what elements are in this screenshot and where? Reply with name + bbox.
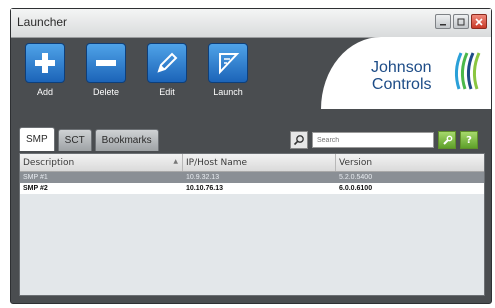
launch-button[interactable]: Launch bbox=[202, 43, 254, 97]
table-row[interactable]: SMP #1 10.9.32.13 5.2.0.5400 bbox=[20, 172, 484, 183]
cell-ip-host: 10.10.76.13 bbox=[186, 185, 223, 192]
cell-ip-host: 10.9.32.13 bbox=[186, 174, 220, 181]
sort-arrow-icon: ▲ bbox=[173, 158, 178, 165]
launch-icon bbox=[219, 53, 240, 75]
minimize-icon bbox=[440, 23, 446, 25]
delete-label: Delete bbox=[92, 87, 119, 97]
device-table: Description ▲ IP/Host Name Version SMP #… bbox=[19, 153, 485, 296]
column-header-description[interactable]: Description ▲ bbox=[20, 154, 183, 171]
cell-version: 5.2.0.5400 bbox=[339, 174, 373, 181]
brand-logo-text: Johnson Controls bbox=[371, 59, 432, 93]
help-button[interactable]: ? bbox=[460, 131, 478, 149]
search-input[interactable] bbox=[312, 132, 434, 148]
johnson-controls-logo-icon bbox=[454, 52, 481, 90]
window-controls bbox=[435, 14, 487, 29]
tab-bar: SMP SCT Bookmarks bbox=[19, 127, 159, 151]
plus-icon bbox=[35, 53, 55, 73]
table-row[interactable]: SMP #2 10.10.76.13 6.0.0.6100 bbox=[20, 183, 484, 194]
title-bar[interactable]: Launcher bbox=[11, 9, 491, 38]
edit-button[interactable]: Edit bbox=[141, 43, 193, 97]
tab-smp[interactable]: SMP bbox=[19, 127, 55, 151]
wrench-icon bbox=[442, 135, 452, 145]
brand-line-2: Controls bbox=[371, 76, 432, 93]
pencil-icon bbox=[157, 52, 178, 73]
column-header-ip-host[interactable]: IP/Host Name bbox=[183, 154, 336, 171]
launch-label: Launch bbox=[213, 87, 243, 97]
close-icon bbox=[475, 17, 483, 26]
maximize-button[interactable] bbox=[453, 14, 469, 29]
delete-button[interactable]: Delete bbox=[80, 43, 132, 97]
search-button[interactable] bbox=[290, 131, 308, 149]
settings-button[interactable] bbox=[438, 131, 456, 149]
add-label: Add bbox=[36, 87, 53, 97]
maximize-icon bbox=[457, 18, 465, 25]
cell-description: SMP #1 bbox=[23, 174, 48, 181]
help-icon: ? bbox=[466, 134, 472, 146]
tab-sct[interactable]: SCT bbox=[57, 129, 92, 151]
toolbar: Add Delete Edit Launch bbox=[19, 43, 254, 97]
table-header: Description ▲ IP/Host Name Version bbox=[20, 154, 484, 172]
cell-version: 6.0.0.6100 bbox=[339, 185, 373, 192]
column-header-version[interactable]: Version bbox=[336, 154, 484, 171]
launcher-window: Launcher Add Delete Edit Launch Johnson … bbox=[10, 8, 492, 304]
search-icon bbox=[293, 135, 304, 146]
minimize-button[interactable] bbox=[435, 14, 451, 29]
window-title: Launcher bbox=[17, 15, 68, 29]
brand-line-1: Johnson bbox=[371, 59, 432, 76]
tab-bookmarks[interactable]: Bookmarks bbox=[94, 129, 159, 151]
minus-icon bbox=[96, 60, 116, 66]
cell-description: SMP #2 bbox=[23, 185, 48, 192]
edit-label: Edit bbox=[159, 87, 175, 97]
add-button[interactable]: Add bbox=[19, 43, 71, 97]
search-area: ? bbox=[290, 131, 478, 149]
close-button[interactable] bbox=[471, 14, 487, 29]
brand-panel: Johnson Controls bbox=[321, 37, 491, 109]
